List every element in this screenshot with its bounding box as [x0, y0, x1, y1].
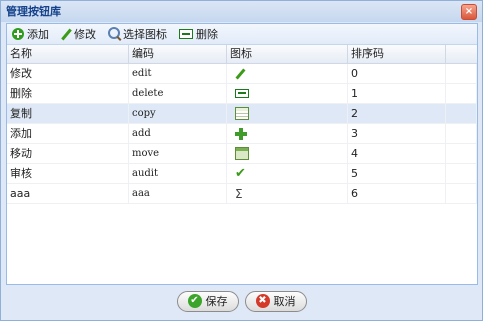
cell-order: 2 [348, 104, 446, 123]
dialog-footer: ✔ 保存 ✖ 取消 [1, 285, 482, 317]
table-row[interactable]: 修改 edit 0 [7, 64, 477, 84]
cancel-button[interactable]: ✖ 取消 [244, 290, 307, 312]
cell-code: aaa [129, 184, 227, 203]
edit-button-label: 修改 [74, 28, 96, 41]
column-header-order[interactable]: 排序码 [348, 45, 446, 63]
window-icon [235, 147, 249, 160]
minus-box-icon [179, 29, 193, 39]
cell-icon: Σ [227, 184, 348, 203]
cell-icon [227, 64, 348, 83]
cell-order: 1 [348, 84, 446, 103]
search-icon [108, 27, 120, 39]
toolbar: 添加 修改 选择图标 删除 [7, 24, 477, 45]
edit-button[interactable]: 修改 [59, 25, 98, 43]
grid-header: 名称 编码 图标 排序码 [7, 45, 477, 64]
cell-name: 删除 [7, 84, 129, 103]
save-button-label: 保存 [205, 295, 228, 308]
cell-name: 移动 [7, 144, 129, 163]
cell-filler [446, 104, 477, 123]
table-row[interactable]: 删除 delete 1 [7, 84, 477, 104]
cell-name: 审核 [7, 164, 129, 183]
column-header-icon[interactable]: 图标 [227, 45, 348, 63]
cell-filler [446, 144, 477, 163]
cell-name: aaa [7, 184, 129, 203]
pencil-icon [235, 67, 246, 80]
cell-code: copy [129, 104, 227, 123]
cancel-button-label: 取消 [273, 295, 296, 308]
cell-code: add [129, 124, 227, 143]
cell-code: edit [129, 64, 227, 83]
grid-body: 修改 edit 0 删除 delete 1 复制 copy 2 添加 add 3… [7, 64, 477, 204]
manage-buttons-dialog: 管理按钮库 × 添加 修改 选择图标 删除 名称 编码 图标 排序码 修改 ed… [0, 0, 483, 321]
cell-filler [446, 124, 477, 143]
cell-name: 修改 [7, 64, 129, 83]
cancel-icon: ✖ [255, 294, 270, 308]
checkmark-icon: ✔ [235, 166, 246, 181]
add-button-label: 添加 [27, 28, 49, 41]
cell-filler [446, 84, 477, 103]
save-button[interactable]: ✔ 保存 [176, 290, 239, 312]
delete-button[interactable]: 删除 [177, 25, 220, 43]
button-grid-panel: 添加 修改 选择图标 删除 名称 编码 图标 排序码 修改 edit 0 删除 … [6, 23, 478, 285]
choose-icon-button[interactable]: 选择图标 [106, 25, 169, 43]
delete-button-label: 删除 [196, 28, 218, 41]
add-icon [12, 28, 24, 40]
cell-order: 0 [348, 64, 446, 83]
cell-order: 5 [348, 164, 446, 183]
close-icon[interactable]: × [461, 4, 477, 20]
column-header-filler [446, 45, 477, 63]
plus-icon [235, 127, 247, 140]
pencil-icon [61, 28, 72, 40]
cell-code: audit [129, 164, 227, 183]
column-header-code[interactable]: 编码 [129, 45, 227, 63]
cell-icon [227, 144, 348, 163]
sigma-icon: Σ [235, 186, 243, 201]
dialog-title: 管理按钮库 [6, 5, 61, 18]
cell-order: 4 [348, 144, 446, 163]
cell-code: move [129, 144, 227, 163]
cell-icon [227, 104, 348, 123]
table-icon [235, 107, 249, 120]
add-button[interactable]: 添加 [10, 25, 51, 43]
table-row[interactable]: 添加 add 3 [7, 124, 477, 144]
table-row-selected[interactable]: 复制 copy 2 [7, 104, 477, 124]
cell-name: 复制 [7, 104, 129, 123]
cell-icon [227, 124, 348, 143]
cell-icon: ✔ [227, 164, 348, 183]
cell-icon [227, 84, 348, 103]
cell-filler [446, 184, 477, 203]
choose-icon-button-label: 选择图标 [123, 28, 167, 41]
cell-name: 添加 [7, 124, 129, 143]
table-row[interactable]: aaa aaa Σ 6 [7, 184, 477, 204]
cell-order: 6 [348, 184, 446, 203]
table-row[interactable]: 移动 move 4 [7, 144, 477, 164]
cell-filler [446, 64, 477, 83]
column-header-name[interactable]: 名称 [7, 45, 129, 63]
minus-box-icon [235, 89, 249, 98]
cell-order: 3 [348, 124, 446, 143]
cell-code: delete [129, 84, 227, 103]
checkmark-icon: ✔ [187, 294, 202, 308]
table-row[interactable]: 审核 audit ✔ 5 [7, 164, 477, 184]
dialog-titlebar: 管理按钮库 × [1, 1, 482, 22]
cell-filler [446, 164, 477, 183]
